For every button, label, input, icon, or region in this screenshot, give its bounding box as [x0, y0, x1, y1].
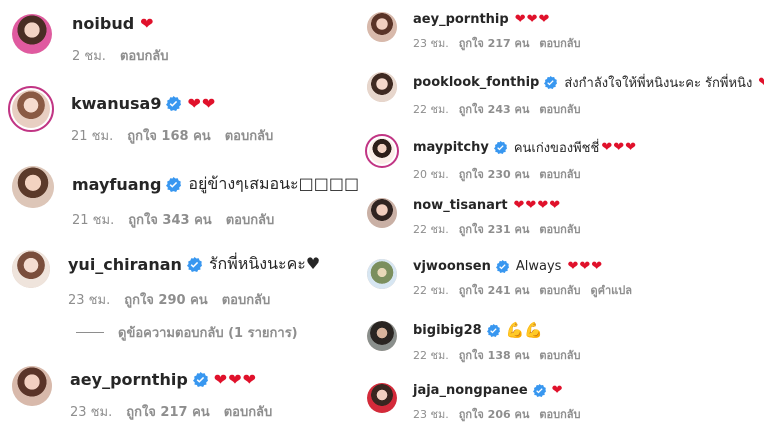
timestamp: 22 ชม.: [413, 284, 449, 297]
verified-badge-icon: [192, 372, 208, 387]
reply-button[interactable]: ตอบกลับ: [225, 125, 274, 146]
like-count[interactable]: ถูกใจ 230 คน: [459, 165, 530, 183]
heart-emoji: ❤❤❤: [567, 259, 604, 274]
translate-button[interactable]: ดูคำแปล: [590, 281, 632, 299]
view-replies-label: ดูข้อความตอบกลับ (1 รายการ): [118, 326, 298, 341]
like-count[interactable]: ถูกใจ 241 คน: [459, 281, 530, 299]
timestamp: 2 ชม.: [72, 49, 106, 64]
username[interactable]: maypitchy: [413, 140, 489, 155]
verified-badge-icon: [166, 96, 182, 111]
username[interactable]: vjwoonsen: [413, 259, 491, 274]
reply-button[interactable]: ตอบกลับ: [539, 346, 580, 364]
like-count[interactable]: ถูกใจ 290 คน: [124, 289, 207, 310]
like-count[interactable]: ถูกใจ 343 คน: [128, 209, 211, 230]
verified-badge-icon: [495, 260, 509, 273]
avatar[interactable]: [367, 259, 397, 289]
reply-button[interactable]: ตอบกลับ: [222, 289, 271, 310]
avatar[interactable]: [367, 321, 397, 351]
divider-dash: [76, 332, 104, 333]
heart-emoji: ❤❤: [758, 75, 764, 90]
verified-badge-icon: [186, 257, 202, 272]
timestamp: 23 ชม.: [68, 293, 111, 308]
comment-item: now_tisanart ❤❤❤❤ 22 ชม. ถูกใจ 231 คน ตอ…: [367, 198, 590, 238]
username[interactable]: now_tisanart: [413, 198, 508, 213]
heart-emoji: ❤: [140, 14, 155, 33]
reply-button[interactable]: ตอบกลับ: [539, 220, 580, 238]
comment-text: ส่งกำลังใจให้พี่หนิงนะคะ รักพี่หนิง: [564, 76, 753, 91]
avatar[interactable]: [12, 250, 50, 288]
username[interactable]: bigibig28: [413, 323, 482, 338]
timestamp: 20 ชม.: [413, 168, 449, 181]
username[interactable]: yui_chiranan: [68, 255, 182, 274]
heart-emoji: ❤: [551, 383, 564, 398]
reply-button[interactable]: ตอบกลับ: [120, 45, 169, 66]
avatar-story-ring[interactable]: [365, 134, 399, 168]
view-replies-link[interactable]: ดูข้อความตอบกลับ (1 รายการ): [76, 322, 298, 343]
username[interactable]: jaja_nongpanee: [413, 383, 528, 398]
comment-item: jaja_nongpanee ❤ 23 ชม. ถูกใจ 206 คน ตอบ…: [367, 383, 590, 423]
like-count[interactable]: ถูกใจ 217 คน: [459, 34, 530, 52]
comment-text: คนเก่งของพีชชี่: [513, 141, 600, 156]
verified-badge-icon: [493, 141, 507, 154]
like-count[interactable]: ถูกใจ 243 คน: [459, 100, 530, 118]
avatar[interactable]: [367, 72, 397, 102]
verified-badge-icon: [166, 177, 182, 192]
username[interactable]: kwanusa9: [71, 94, 161, 113]
timestamp: 21 ชม.: [71, 129, 114, 144]
like-count[interactable]: ถูกใจ 138 คน: [459, 346, 530, 364]
comment-text: รักพี่หนิงนะคะ♥: [208, 254, 321, 273]
reply-button[interactable]: ตอบกลับ: [539, 281, 580, 299]
timestamp: 23 ชม.: [413, 408, 449, 421]
reply-button[interactable]: ตอบกลับ: [539, 165, 580, 183]
timestamp: 22 ชม.: [413, 103, 449, 116]
comment-item: aey_pornthip ❤❤❤ 23 ชม. ถูกใจ 217 คน ตอบ…: [367, 12, 590, 52]
timestamp: 23 ชม.: [70, 405, 113, 420]
comment-item: mayfuang อยู่ข้างๆเสมอนะ□□□□ 21 ชม. ถูกใ…: [12, 166, 359, 230]
timestamp: 23 ชม.: [413, 37, 449, 50]
heart-emoji: ❤❤❤: [514, 12, 551, 27]
reply-button[interactable]: ตอบกลับ: [224, 401, 273, 422]
username[interactable]: noibud: [72, 14, 134, 33]
verified-badge-icon: [544, 76, 558, 89]
like-count[interactable]: ถูกใจ 231 คน: [459, 220, 530, 238]
avatar[interactable]: [12, 366, 52, 406]
username[interactable]: mayfuang: [72, 175, 161, 194]
comment-item: vjwoonsen Always ❤❤❤ 22 ชม. ถูกใจ 241 คน…: [367, 259, 642, 299]
heart-emoji: ❤❤❤❤: [513, 198, 562, 213]
comment-item: bigibig28 💪💪 22 ชม. ถูกใจ 138 คน ตอบกลับ: [367, 321, 590, 364]
reply-button[interactable]: ตอบกลับ: [539, 100, 580, 118]
like-count[interactable]: ถูกใจ 168 คน: [127, 125, 210, 146]
verified-badge-icon: [486, 323, 500, 337]
comment-item: noibud ❤ 2 ชม. ตอบกลับ: [12, 14, 183, 66]
comment-item: yui_chiranan รักพี่หนิงนะคะ♥ 23 ชม. ถูกใ…: [12, 250, 320, 310]
username[interactable]: pooklook_fonthip: [413, 75, 539, 90]
heart-emoji: ❤❤❤: [213, 370, 257, 389]
avatar[interactable]: [367, 12, 397, 42]
verified-badge-icon: [532, 384, 546, 397]
username[interactable]: aey_pornthip: [413, 12, 509, 27]
avatar[interactable]: [367, 383, 397, 413]
like-count[interactable]: ถูกใจ 206 คน: [459, 405, 530, 423]
comment-text: Always: [515, 259, 562, 274]
comment-item: aey_pornthip ❤❤❤ 23 ชม. ถูกใจ 217 คน ตอบ…: [12, 366, 286, 422]
reply-button[interactable]: ตอบกลับ: [226, 209, 275, 230]
timestamp: 22 ชม.: [413, 349, 449, 362]
reply-button[interactable]: ตอบกลับ: [539, 405, 580, 423]
flexed-biceps-icon: 💪💪: [505, 321, 544, 339]
reply-button[interactable]: ตอบกลับ: [539, 34, 580, 52]
comment-item: maypitchy คนเก่งของพีชชี่ ❤❤❤ 20 ชม. ถูก…: [365, 134, 637, 183]
avatar-story-ring[interactable]: [8, 86, 54, 132]
like-count[interactable]: ถูกใจ 217 คน: [126, 401, 209, 422]
comment-item: kwanusa9 ❤❤ 21 ชม. ถูกใจ 168 คน ตอบกลับ: [8, 86, 287, 146]
avatar[interactable]: [12, 14, 52, 54]
avatar[interactable]: [367, 198, 397, 228]
timestamp: 22 ชม.: [413, 223, 449, 236]
heart-emoji: ❤❤❤: [601, 140, 638, 155]
timestamp: 21 ชม.: [72, 213, 115, 228]
avatar[interactable]: [12, 166, 54, 208]
heart-emoji: ❤❤: [187, 94, 217, 113]
comment-text: อยู่ข้างๆเสมอนะ□□□□: [188, 174, 360, 193]
username[interactable]: aey_pornthip: [70, 370, 188, 389]
comment-item: pooklook_fonthip ส่งกำลังใจให้พี่หนิงนะค…: [367, 72, 764, 118]
